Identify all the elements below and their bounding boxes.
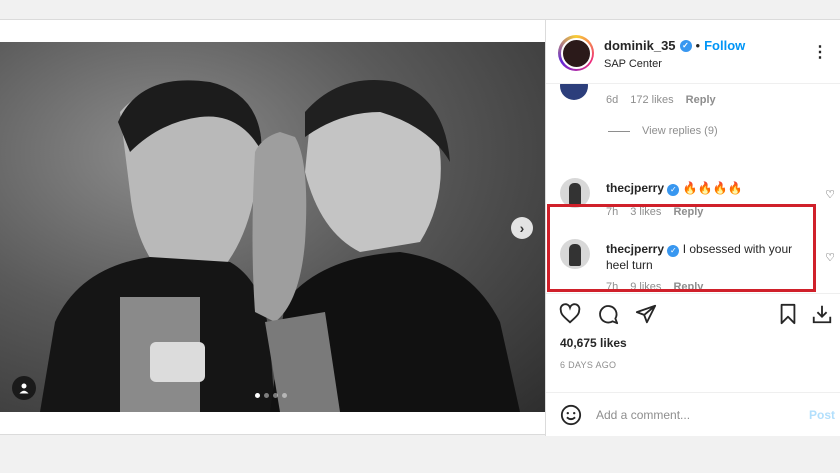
action-bar (546, 293, 840, 333)
comment-meta: 6d 172 likes Reply (606, 94, 716, 106)
carousel-dot (282, 393, 287, 398)
comment-likes[interactable]: 3 likes (630, 206, 661, 218)
comment-username[interactable]: thecjperry (606, 181, 664, 195)
post-media[interactable]: › (0, 42, 545, 412)
comment-item: thecjperry ✓ 🔥🔥🔥🔥 7h 3 likes Reply ♡ (546, 178, 840, 228)
heart-icon[interactable]: ♡ (825, 188, 835, 201)
verified-icon: ✓ (679, 39, 692, 52)
post-timestamp: 6 DAYS AGO (560, 360, 617, 370)
comment-input[interactable]: Add a comment... (596, 408, 690, 422)
verified-icon: ✓ (667, 245, 680, 257)
user-tag-icon (19, 383, 29, 394)
avatar[interactable] (560, 84, 588, 100)
likes-count[interactable]: 40,675 likes (560, 336, 627, 350)
post-location[interactable]: SAP Center (604, 58, 662, 70)
author-username[interactable]: dominik_35 (604, 38, 676, 53)
share-icon[interactable] (634, 302, 658, 326)
verified-icon: ✓ (667, 184, 680, 196)
comment-meta: 7h 3 likes Reply (606, 206, 703, 218)
next-arrow-icon: › (519, 220, 525, 236)
carousel-dot (273, 393, 278, 398)
post-button[interactable]: Post (809, 408, 835, 422)
comment-text: 🔥🔥🔥🔥 (682, 181, 743, 195)
comment-item: thecjperry ✓ I obsessed with your heel t… (546, 239, 840, 292)
carousel-dot (264, 393, 269, 398)
author-avatar[interactable] (558, 35, 594, 71)
emoji-icon[interactable] (560, 404, 582, 431)
comment-meta: 7h 9 likes Reply (606, 281, 703, 292)
comment-age: 6d (606, 94, 619, 106)
avatar[interactable] (560, 239, 590, 269)
carousel-dot (255, 393, 260, 398)
separator: • (695, 38, 701, 53)
post-card: › dominik_35 ✓ • Follow SAP Center ⋮ 6d … (0, 19, 840, 436)
post-photo (40, 80, 520, 412)
reply-button[interactable]: Reply (673, 206, 703, 218)
download-icon[interactable] (810, 302, 834, 326)
comment-icon[interactable] (596, 302, 620, 326)
avatar[interactable] (560, 178, 590, 208)
reply-button[interactable]: Reply (673, 281, 703, 292)
heart-icon[interactable] (558, 302, 582, 326)
view-replies-label: View replies (9) (642, 125, 718, 137)
view-replies-button[interactable]: View replies (9) (608, 125, 718, 137)
user-tag-button[interactable] (12, 376, 36, 400)
comments-list: 6d 172 likes Reply View replies (9) thec… (546, 84, 840, 292)
comment-age: 7h (606, 206, 619, 218)
more-icon[interactable]: ⋮ (812, 42, 829, 62)
heart-icon[interactable]: ♡ (825, 251, 835, 264)
post-header: dominik_35 ✓ • Follow SAP Center ⋮ (546, 20, 840, 84)
reply-button[interactable]: Reply (686, 94, 716, 106)
comment-age: 7h (606, 281, 619, 292)
comment-username[interactable]: thecjperry (606, 242, 664, 256)
next-slide-button[interactable]: › (511, 217, 533, 239)
post-sidebar: dominik_35 ✓ • Follow SAP Center ⋮ 6d 17… (545, 20, 840, 436)
follow-button[interactable]: Follow (704, 38, 745, 53)
bookmark-icon[interactable] (776, 302, 800, 326)
add-comment-bar: Add a comment... Post (546, 392, 840, 436)
comment-likes[interactable]: 172 likes (630, 94, 673, 106)
carousel-indicator (255, 393, 287, 398)
comment-likes[interactable]: 9 likes (630, 281, 661, 292)
